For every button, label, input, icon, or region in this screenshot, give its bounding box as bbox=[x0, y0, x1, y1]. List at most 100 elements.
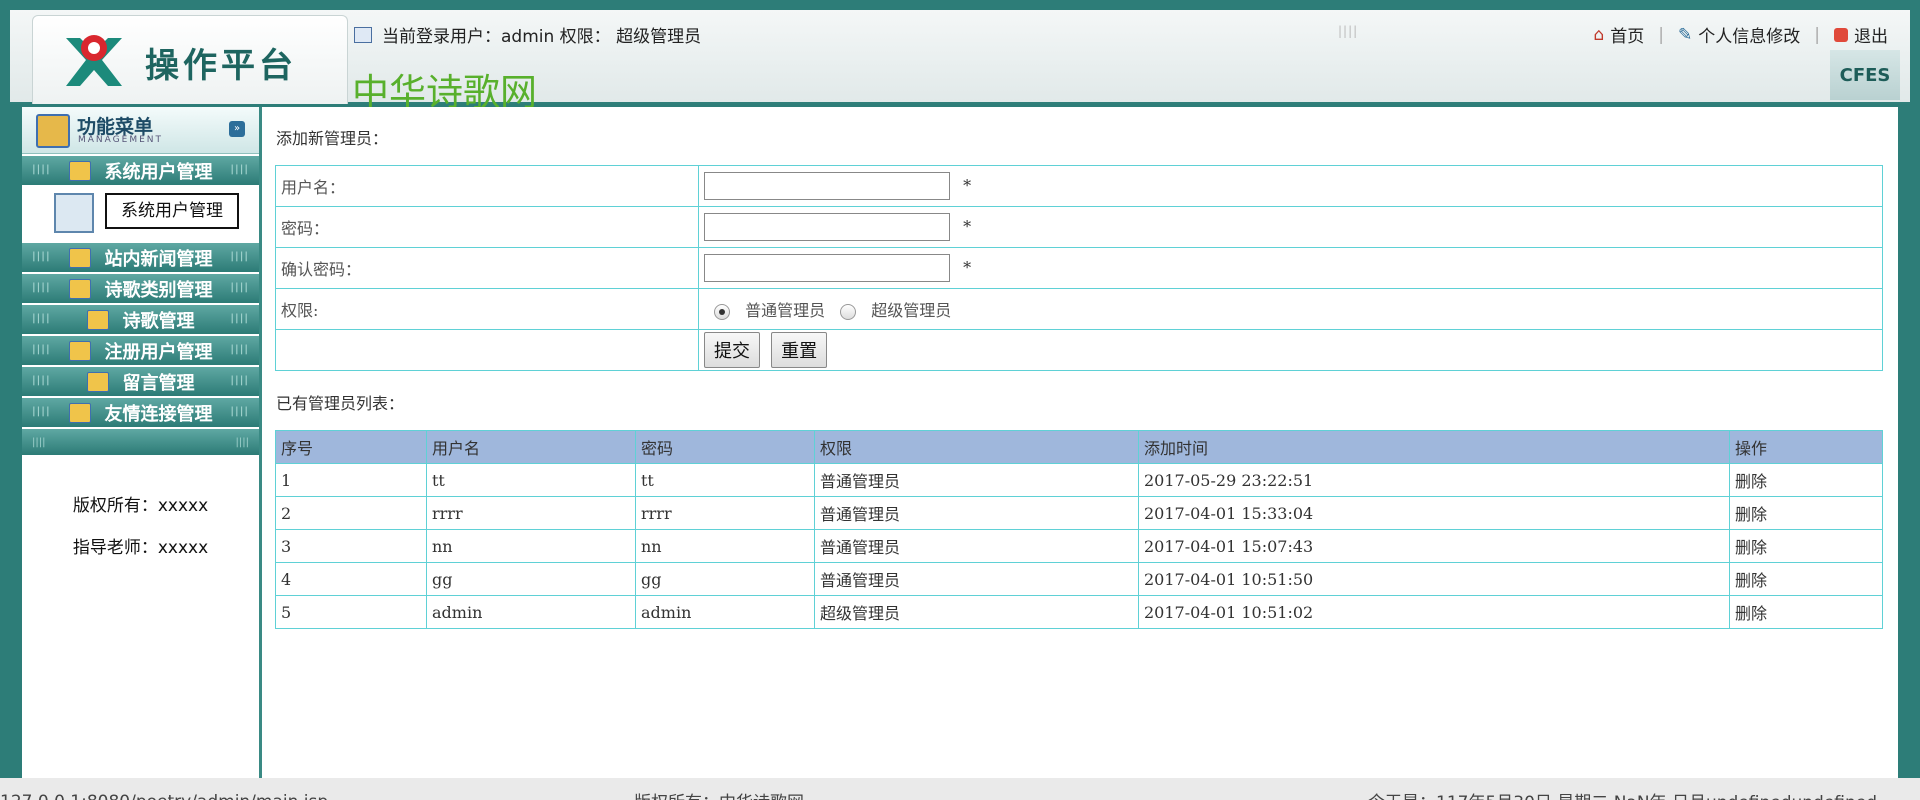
table-row: 3 nn nn 普通管理员 2017-04-01 15:07:43 删除 bbox=[275, 529, 1883, 563]
cell-time: 2017-04-01 15:07:43 bbox=[1138, 529, 1730, 563]
sidebar-item-label: 诗歌类别管理 bbox=[104, 279, 213, 301]
submenu-system-users[interactable]: 系统用户管理 bbox=[105, 193, 239, 229]
sidebar-item-poem-categories[interactable]: |||| 诗歌类别管理 |||| bbox=[22, 274, 259, 303]
password-input[interactable] bbox=[704, 213, 950, 241]
cell-password: admin bbox=[635, 595, 815, 629]
top-header: 操作平台 当前登录用户：admin 权限： 超级管理员 |||| 中华诗歌网 ⌂… bbox=[10, 10, 1910, 114]
delete-link[interactable]: 删除 bbox=[1729, 562, 1883, 596]
menu-subtitle: MANAGEMENT bbox=[78, 135, 163, 145]
top-links: ⌂ 首页 | ✎ 个人信息修改 | 退出 bbox=[1593, 22, 1888, 48]
status-url: 127.0.0.1:8080/poetry/admin/main.jsp bbox=[0, 792, 328, 800]
cell-time: 2017-05-29 23:22:51 bbox=[1138, 463, 1730, 497]
sidebar-item-system-users[interactable]: |||| 系统用户管理 |||| bbox=[22, 156, 259, 185]
grip-icon: |||| bbox=[230, 313, 249, 324]
header-grip: |||| bbox=[1338, 24, 1359, 38]
cell-time: 2017-04-01 10:51:50 bbox=[1138, 562, 1730, 596]
sidebar-item-friend-links[interactable]: |||| 友情连接管理 |||| bbox=[22, 398, 259, 427]
menu-header: 功能菜单 MANAGEMENT » bbox=[22, 107, 259, 154]
cell-index: 2 bbox=[275, 496, 427, 530]
cell-role: 超级管理员 bbox=[814, 595, 1139, 629]
copyright-text: 版权所有：xxxxx bbox=[72, 496, 209, 516]
admin-list-table: 序号 用户名 密码 权限 添加时间 操作 1 tt tt 普通管理员 2017-… bbox=[275, 430, 1883, 629]
sidebar-item-poems[interactable]: |||| 诗歌管理 |||| bbox=[22, 305, 259, 334]
role-radio-normal[interactable] bbox=[714, 303, 730, 320]
submit-button[interactable]: 提交 bbox=[704, 332, 760, 368]
cell-time: 2017-04-01 15:33:04 bbox=[1138, 496, 1730, 530]
role-radio-super[interactable] bbox=[840, 303, 857, 320]
table-row: 2 rrrr rrrr 普通管理员 2017-04-01 15:33:04 删除 bbox=[275, 496, 1883, 530]
table-row: 1 tt tt 普通管理员 2017-05-29 23:22:51 删除 bbox=[275, 463, 1883, 497]
column-header: 用户名 bbox=[426, 430, 636, 464]
collapse-icon[interactable]: » bbox=[229, 121, 245, 137]
delete-link[interactable]: 删除 bbox=[1729, 529, 1883, 563]
username-cell: * bbox=[698, 165, 1883, 207]
confirm-password-input[interactable] bbox=[704, 254, 950, 282]
cell-index: 1 bbox=[275, 463, 427, 497]
username-input[interactable] bbox=[704, 172, 950, 200]
home-link[interactable]: ⌂ 首页 bbox=[1593, 22, 1645, 48]
sidebar-item-label: 友情连接管理 bbox=[104, 403, 213, 425]
role-option-normal: 普通管理员 bbox=[745, 301, 826, 320]
cell-index: 4 bbox=[275, 562, 427, 596]
divider: | bbox=[1658, 24, 1665, 45]
column-header: 密码 bbox=[635, 430, 815, 464]
form-row-username: 用户名： * bbox=[275, 165, 1883, 207]
cell-password: rrrr bbox=[635, 496, 815, 530]
confirm-password-label: 确认密码： bbox=[275, 247, 699, 289]
logo-title: 操作平台 bbox=[145, 46, 297, 86]
grip-icon: |||| bbox=[230, 251, 249, 262]
current-user-info: 当前登录用户：admin 权限： 超级管理员 bbox=[354, 22, 701, 47]
grip-icon: |||| bbox=[235, 437, 249, 448]
folder-icon bbox=[68, 247, 91, 268]
grip-icon: |||| bbox=[32, 313, 51, 324]
folder-icon bbox=[86, 309, 109, 330]
admin-list-heading: 已有管理员列表： bbox=[276, 394, 405, 413]
home-link-label: 首页 bbox=[1610, 27, 1645, 47]
divider: | bbox=[1814, 24, 1820, 45]
delete-link[interactable]: 删除 bbox=[1729, 595, 1883, 629]
cell-password: gg bbox=[635, 562, 815, 596]
grip-icon: |||| bbox=[32, 375, 51, 386]
edit-icon: ✎ bbox=[1678, 24, 1693, 45]
folder-icon bbox=[68, 160, 91, 181]
menu-footer: |||| |||| bbox=[22, 429, 259, 455]
grip-icon: |||| bbox=[230, 344, 249, 355]
role-label: 权限: bbox=[275, 288, 699, 330]
column-header: 序号 bbox=[275, 430, 427, 464]
status-copyright: 版权所有：中华诗歌网 bbox=[634, 788, 804, 800]
sidebar-item-label: 留言管理 bbox=[122, 372, 195, 394]
table-header-row: 序号 用户名 密码 权限 添加时间 操作 bbox=[275, 430, 1883, 464]
form-row-actions: 提交 重置 bbox=[275, 329, 1883, 371]
window-icon bbox=[354, 26, 372, 43]
grip-icon: |||| bbox=[32, 437, 46, 448]
grip-icon: |||| bbox=[230, 375, 249, 386]
password-label: 密码： bbox=[275, 206, 699, 248]
sidebar-item-registered-users[interactable]: |||| 注册用户管理 |||| bbox=[22, 336, 259, 365]
username-label: 用户名： bbox=[275, 165, 699, 207]
sidebar-item-news[interactable]: |||| 站内新闻管理 |||| bbox=[22, 243, 259, 272]
grip-icon: |||| bbox=[230, 164, 249, 175]
cell-role: 普通管理员 bbox=[814, 529, 1139, 563]
sidebar: 功能菜单 MANAGEMENT » |||| 系统用户管理 |||| 系统用户管… bbox=[22, 107, 262, 778]
column-header: 操作 bbox=[1729, 430, 1883, 464]
delete-link[interactable]: 删除 bbox=[1729, 463, 1883, 497]
delete-link[interactable]: 删除 bbox=[1729, 496, 1883, 530]
folder-icon bbox=[86, 371, 109, 392]
cell-password: tt bbox=[635, 463, 815, 497]
required-mark: * bbox=[963, 216, 972, 236]
sidebar-item-label: 注册用户管理 bbox=[104, 341, 213, 363]
sidebar-item-messages[interactable]: |||| 留言管理 |||| bbox=[22, 367, 259, 396]
cell-username: admin bbox=[426, 595, 636, 629]
required-mark: * bbox=[963, 257, 972, 277]
bank-logo-icon bbox=[66, 35, 122, 86]
grip-icon: |||| bbox=[32, 406, 51, 417]
status-bar: 127.0.0.1:8080/poetry/admin/main.jsp 版权所… bbox=[0, 778, 1920, 800]
logout-link[interactable]: 退出 bbox=[1834, 22, 1888, 47]
add-admin-form: 用户名： * 密码： * 确认密码： * 权限: 普通管理员 超级管理员 提交 … bbox=[275, 165, 1883, 371]
grip-icon: |||| bbox=[32, 282, 51, 293]
reset-button[interactable]: 重置 bbox=[771, 332, 828, 368]
cell-username: nn bbox=[426, 529, 636, 563]
confirm-cell: * bbox=[698, 247, 1883, 289]
profile-edit-link[interactable]: ✎ 个人信息修改 bbox=[1678, 22, 1800, 48]
folder-icon bbox=[68, 340, 91, 361]
